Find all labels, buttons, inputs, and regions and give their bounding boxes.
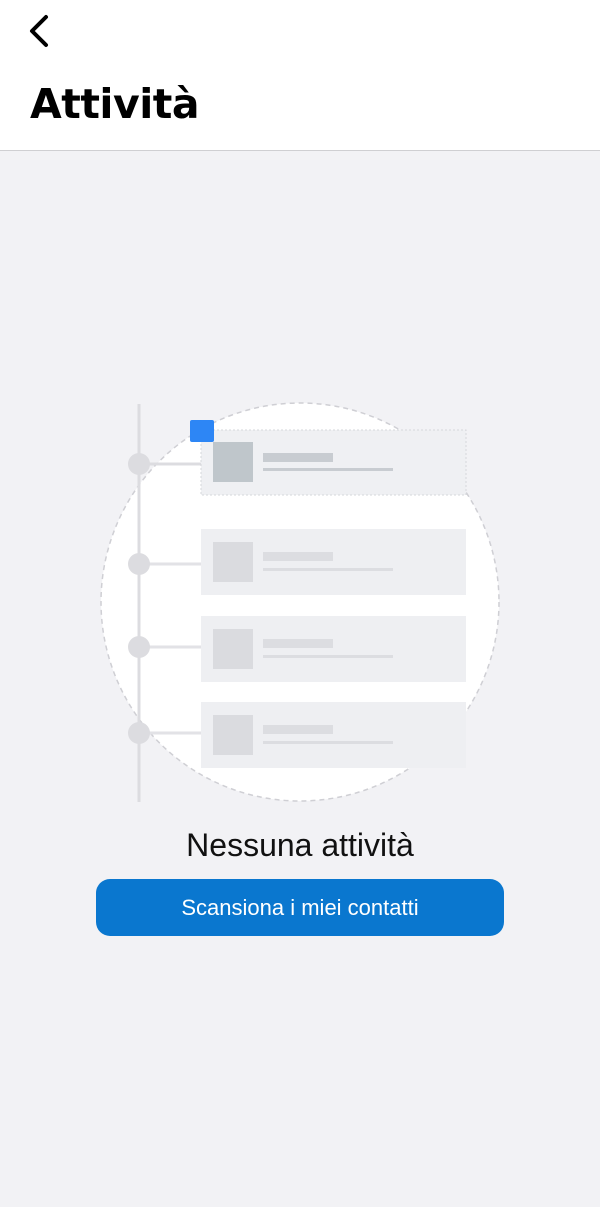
scan-contacts-button-label: Scansiona i miei contatti xyxy=(181,894,419,920)
timeline-dot xyxy=(128,722,150,744)
placeholder-thumb xyxy=(213,629,253,669)
placeholder-line xyxy=(263,552,333,561)
placeholder-line xyxy=(263,741,393,744)
timeline-dot xyxy=(128,636,150,658)
placeholder-line xyxy=(263,725,333,734)
placeholder-line xyxy=(263,639,333,648)
placeholder-line xyxy=(263,655,393,658)
chevron-left-icon xyxy=(30,15,48,47)
placeholder-thumb xyxy=(213,442,253,482)
placeholder-line xyxy=(263,468,393,471)
placeholder-thumb xyxy=(213,715,253,755)
activity-timeline-illustration xyxy=(100,402,500,802)
placeholder-thumb xyxy=(213,542,253,582)
page-title: Attività xyxy=(30,80,200,128)
placeholder-line xyxy=(263,453,333,462)
timeline-dot xyxy=(128,453,150,475)
timeline-dot xyxy=(128,553,150,575)
header-bar: Attività xyxy=(0,0,600,151)
scan-contacts-button[interactable]: Scansiona i miei contatti xyxy=(96,879,504,936)
selection-marker xyxy=(190,420,214,442)
empty-state-title: Nessuna attività xyxy=(186,827,414,863)
placeholder-line xyxy=(263,568,393,571)
back-button[interactable] xyxy=(18,10,62,54)
